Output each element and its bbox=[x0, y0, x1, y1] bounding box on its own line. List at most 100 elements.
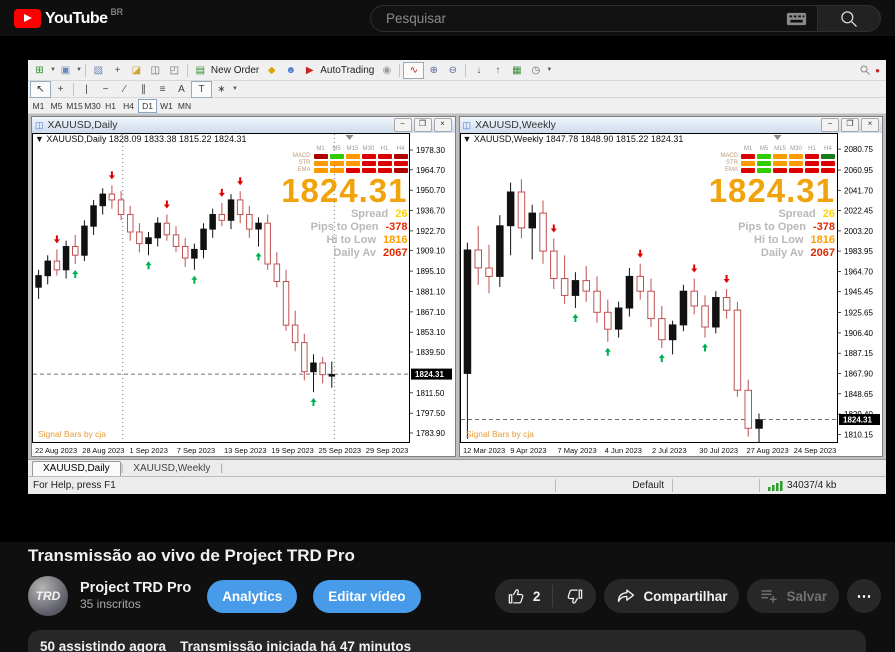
chart-window-daily: ◫ XAUUSD,Daily − ❐ × 1978.30 1964.70 1950.… bbox=[31, 116, 456, 457]
text-icon[interactable]: A bbox=[172, 82, 191, 97]
indicators-icon[interactable]: ∿ bbox=[403, 61, 425, 79]
channel-row: TRD Project TRD Pro 35 inscritos Analyti… bbox=[28, 574, 881, 618]
zoom-out-icon[interactable]: ⊖ bbox=[443, 63, 462, 78]
chart-weekly-ohlc: ▼ XAUUSD,Weekly 1847.78 1848.90 1815.22 … bbox=[462, 134, 684, 144]
close-button[interactable]: × bbox=[433, 118, 452, 132]
like-button[interactable]: 2 bbox=[495, 579, 553, 613]
channel-icon[interactable]: ∥ bbox=[134, 82, 153, 97]
zoom-in-icon[interactable]: ⊕ bbox=[424, 63, 443, 78]
analytics-button[interactable]: Analytics bbox=[207, 579, 298, 613]
svg-text:13 Sep 2023: 13 Sep 2023 bbox=[224, 446, 267, 455]
timeframe-m15[interactable]: M15 bbox=[66, 100, 83, 112]
profiles-icon-caret[interactable]: ▼ bbox=[76, 67, 82, 73]
youtube-header: YouTube BR bbox=[0, 0, 895, 36]
video-player[interactable]: ⊞ ▼ ▣ ▼ ▧ + ◪ ◫ ◰ ▤ New Order ◆ ☻ ▶ AutoTrading ◉ ∿ ⊕ ⊖ ↓ ↑ ▦… bbox=[0, 36, 895, 542]
period-icon-caret[interactable]: ▼ bbox=[546, 67, 552, 73]
mt-toolbar-drawing: ↖ + | − ∕ ∥ ≡ A T ∗ ▼ bbox=[28, 80, 886, 98]
dislike-button[interactable] bbox=[553, 579, 596, 613]
stream-started: Transmissão iniciada há 47 minutos bbox=[180, 639, 412, 652]
crosshair-tool-icon[interactable]: + bbox=[108, 63, 127, 78]
chart-daily-titlebar[interactable]: ◫ XAUUSD,Daily − ❐ × bbox=[32, 117, 455, 133]
new-order-button[interactable]: ▤ bbox=[191, 63, 210, 78]
chart-weekly-body[interactable]: 2080.75 2060.95 2041.70 2022.45 2003.20 1983.… bbox=[459, 133, 882, 456]
expert-advisors-icon[interactable]: ◆ bbox=[262, 63, 281, 78]
minimize-button[interactable]: − bbox=[393, 118, 412, 132]
trendline-icon[interactable]: ∕ bbox=[115, 82, 134, 97]
timeframe-m30[interactable]: M30 bbox=[84, 100, 101, 112]
channel-avatar[interactable]: TRD bbox=[28, 576, 68, 616]
chart-shift-icon[interactable]: ▧ bbox=[89, 63, 108, 78]
search-icon[interactable] bbox=[859, 64, 871, 76]
timeframe-m1[interactable]: M1 bbox=[30, 100, 47, 112]
restore-button[interactable]: ❐ bbox=[413, 118, 432, 132]
signal-grid: M1 M5 M15 M30 H1 H4 MACD STR EMA bbox=[293, 146, 408, 173]
channel-name[interactable]: Project TRD Pro bbox=[80, 580, 191, 597]
zoom-box-icon[interactable]: ◰ bbox=[165, 63, 184, 78]
autotrading-button-label[interactable]: AutoTrading bbox=[320, 65, 374, 76]
search-button[interactable] bbox=[817, 5, 881, 32]
timeframe-m5[interactable]: M5 bbox=[48, 100, 65, 112]
channel-subscribers: 35 inscritos bbox=[80, 597, 141, 611]
close-button[interactable]: × bbox=[861, 118, 879, 132]
share-icon bbox=[618, 589, 635, 603]
shapes-icon-caret[interactable]: ▼ bbox=[232, 86, 238, 92]
restore-button[interactable]: ❐ bbox=[841, 118, 859, 132]
sort-down-icon[interactable]: ↓ bbox=[469, 63, 488, 78]
mt-tab-daily[interactable]: XAUUSD,Daily bbox=[32, 461, 121, 476]
chart-daily-dashboard: M1 M5 M15 M30 H1 H4 MACD STR EMA 1824.31 Spread 2… bbox=[281, 136, 408, 260]
vline-icon[interactable]: | bbox=[77, 82, 96, 97]
tile-icon[interactable]: ◫ bbox=[146, 63, 165, 78]
crosshair-icon[interactable]: + bbox=[51, 82, 70, 97]
svg-text:7 Sep 2023: 7 Sep 2023 bbox=[177, 446, 215, 455]
templates-icon[interactable]: ◪ bbox=[127, 63, 146, 78]
tile-windows-icon[interactable]: ▦ bbox=[507, 63, 526, 78]
share-button[interactable]: Compartilhar bbox=[604, 579, 740, 613]
svg-text:1909.10: 1909.10 bbox=[416, 247, 445, 256]
label-icon[interactable]: T bbox=[191, 80, 212, 98]
mt-toolbar-main: ⊞ ▼ ▣ ▼ ▧ + ◪ ◫ ◰ ▤ New Order ◆ ☻ ▶ AutoTrading ◉ ∿ ⊕ ⊖ ↓ ↑ ▦… bbox=[28, 60, 886, 81]
minimize-button[interactable]: − bbox=[821, 118, 839, 132]
youtube-logo[interactable]: YouTube BR bbox=[14, 7, 123, 28]
svg-text:29 Sep 2023: 29 Sep 2023 bbox=[366, 446, 409, 455]
save-button[interactable]: Salvar bbox=[747, 579, 839, 613]
fibonacci-icon[interactable]: ≡ bbox=[153, 82, 172, 97]
stat-hi-to-low: Hi to Low 1816 bbox=[754, 233, 835, 246]
hline-icon[interactable]: − bbox=[96, 82, 115, 97]
terminal-icon[interactable]: ☻ bbox=[281, 63, 300, 78]
timeframe-h4[interactable]: H4 bbox=[120, 100, 137, 112]
search-field[interactable] bbox=[370, 5, 817, 32]
chart-weekly-titlebar[interactable]: ◫ XAUUSD,Weekly − ❐ × bbox=[459, 117, 882, 133]
period-icon[interactable]: ◷ bbox=[526, 63, 545, 78]
like-dislike-pill: 2 bbox=[494, 579, 597, 613]
mt-tab-weekly[interactable]: XAUUSD,Weekly bbox=[123, 462, 220, 476]
status-profile[interactable]: Default bbox=[555, 479, 672, 492]
timeframe-h1[interactable]: H1 bbox=[102, 100, 119, 112]
timeframe-mn[interactable]: MN bbox=[176, 100, 193, 112]
svg-text:1964.70: 1964.70 bbox=[416, 166, 445, 175]
cursor-icon[interactable]: ↖ bbox=[30, 80, 51, 98]
toolbar-separator bbox=[186, 63, 188, 77]
thumbs-down-icon bbox=[568, 589, 583, 604]
notifications-icon[interactable]: ◉ bbox=[377, 63, 396, 78]
timeframe-d1[interactable]: D1 bbox=[138, 98, 157, 113]
keyboard-icon[interactable] bbox=[786, 12, 807, 31]
search-input[interactable] bbox=[371, 10, 817, 27]
stat-hi-to-low: Hi to Low 1816 bbox=[326, 233, 408, 246]
metatrader-window: ⊞ ▼ ▣ ▼ ▧ + ◪ ◫ ◰ ▤ New Order ◆ ☻ ▶ AutoTrading ◉ ∿ ⊕ ⊖ ↓ ↑ ▦… bbox=[28, 60, 886, 494]
live-description-box[interactable]: 50 assistindo agora Transmissão iniciada… bbox=[28, 630, 866, 652]
new-order-button-label[interactable]: New Order bbox=[211, 65, 259, 76]
status-traffic: 34037/4 kb bbox=[759, 479, 886, 492]
more-actions-button[interactable]: ⋯ bbox=[847, 579, 881, 613]
profiles-icon[interactable]: ▣ bbox=[56, 63, 75, 78]
svg-text:1824.31: 1824.31 bbox=[415, 370, 444, 379]
svg-text:24 Sep 2023: 24 Sep 2023 bbox=[793, 446, 836, 455]
autotrading-button[interactable]: ▶ bbox=[300, 63, 319, 78]
timeframe-w1[interactable]: W1 bbox=[158, 100, 175, 112]
sort-up-icon[interactable]: ↑ bbox=[488, 63, 507, 78]
new-chart-icon[interactable]: ⊞ bbox=[30, 63, 49, 78]
shapes-icon[interactable]: ∗ bbox=[212, 82, 231, 97]
edit-video-button[interactable]: Editar vídeo bbox=[313, 579, 421, 613]
thumbs-up-icon bbox=[508, 588, 524, 603]
chart-daily-body[interactable]: 1978.30 1964.70 1950.70 1936.70 1922.70 1909.… bbox=[32, 133, 455, 456]
stat-pips-to-open: Pips to Open -378 bbox=[310, 220, 408, 233]
